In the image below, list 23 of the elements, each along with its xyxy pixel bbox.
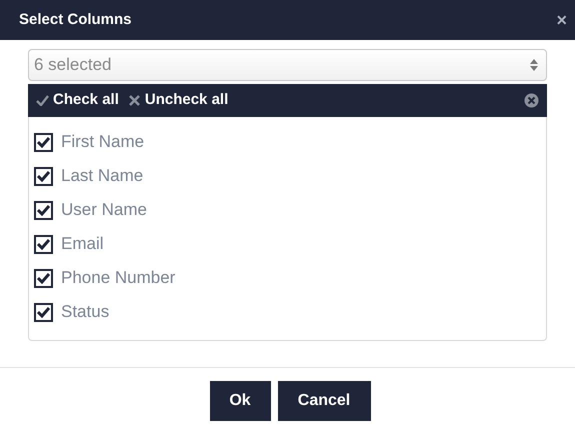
checkbox[interactable]	[34, 234, 53, 254]
select-value: 6 selected	[34, 54, 112, 76]
ok-button[interactable]: Ok	[210, 381, 270, 421]
sort-icon	[530, 59, 538, 71]
check-icon	[36, 95, 49, 106]
close-button[interactable]: ×	[556, 11, 567, 29]
checkbox[interactable]	[34, 200, 53, 220]
option-label: Phone Number	[61, 267, 176, 290]
option-label: First Name	[61, 131, 144, 154]
cross-icon	[128, 95, 140, 106]
check-all-button[interactable]: Check all	[36, 89, 119, 112]
checkbox[interactable]	[34, 268, 53, 288]
clear-icon[interactable]	[524, 93, 539, 108]
option-label: Status	[61, 301, 110, 324]
option-label: Last Name	[61, 165, 144, 188]
checkbox[interactable]	[34, 302, 53, 322]
option-label: User Name	[61, 199, 147, 222]
checkbox[interactable]	[34, 132, 53, 152]
dialog-title: Select Columns	[19, 10, 132, 30]
checkbox[interactable]	[34, 166, 53, 186]
option-label: Email	[61, 233, 104, 256]
cancel-button[interactable]: Cancel	[278, 381, 370, 421]
uncheck-all-button[interactable]: Uncheck all	[128, 89, 228, 112]
